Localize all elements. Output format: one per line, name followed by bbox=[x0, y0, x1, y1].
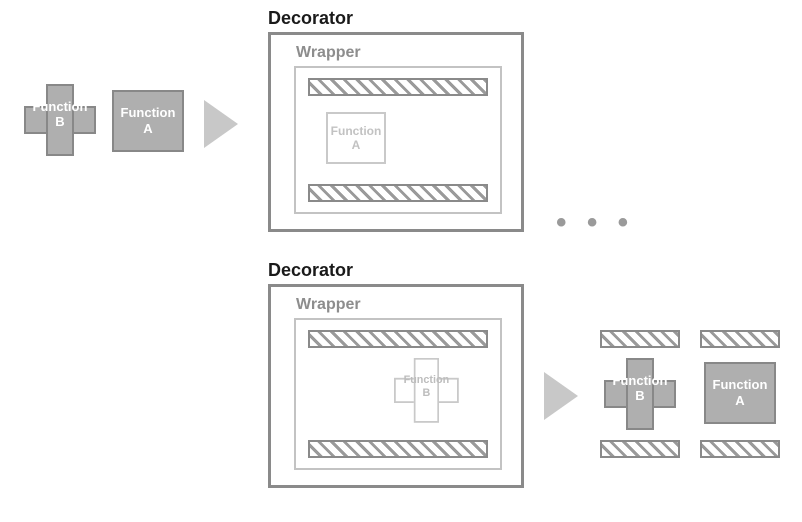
bottom-wrapper-bottom-bar bbox=[308, 440, 488, 458]
input-function-b-label: Function B bbox=[24, 100, 96, 130]
input-function-a-box: Function A bbox=[112, 90, 184, 152]
top-decorator-title: Decorator bbox=[268, 8, 353, 29]
bottom-inner-function-b-cross: Function B bbox=[394, 358, 459, 423]
out-function-b-cross: Function B bbox=[604, 358, 676, 430]
bottom-wrapper-title: Wrapper bbox=[296, 296, 361, 314]
top-wrapper-title: Wrapper bbox=[296, 44, 361, 62]
bottom-wrapper-top-bar bbox=[308, 330, 488, 348]
top-wrapper-bottom-bar bbox=[308, 184, 488, 202]
out-b-bottom-bar bbox=[600, 440, 680, 458]
top-wrapper-top-bar bbox=[308, 78, 488, 96]
bottom-inner-function-b-label: Function B bbox=[394, 374, 459, 399]
out-function-a-label: Function A bbox=[713, 377, 768, 408]
arrow-out-bottom-decorator bbox=[544, 372, 578, 420]
ellipsis-dots: • • • bbox=[556, 206, 634, 240]
out-function-a-box: Function A bbox=[704, 362, 776, 424]
out-function-b-label: Function B bbox=[604, 374, 676, 404]
bottom-decorator-title: Decorator bbox=[268, 260, 353, 281]
out-b-top-bar bbox=[600, 330, 680, 348]
out-a-top-bar bbox=[700, 330, 780, 348]
arrow-into-top-decorator bbox=[204, 100, 238, 148]
input-function-b-cross: Function B bbox=[24, 84, 96, 156]
top-inner-function-a-box: Function A bbox=[326, 112, 386, 164]
top-inner-function-a-label: Function A bbox=[331, 124, 382, 153]
input-function-a-label: Function A bbox=[121, 105, 176, 136]
out-a-bottom-bar bbox=[700, 440, 780, 458]
